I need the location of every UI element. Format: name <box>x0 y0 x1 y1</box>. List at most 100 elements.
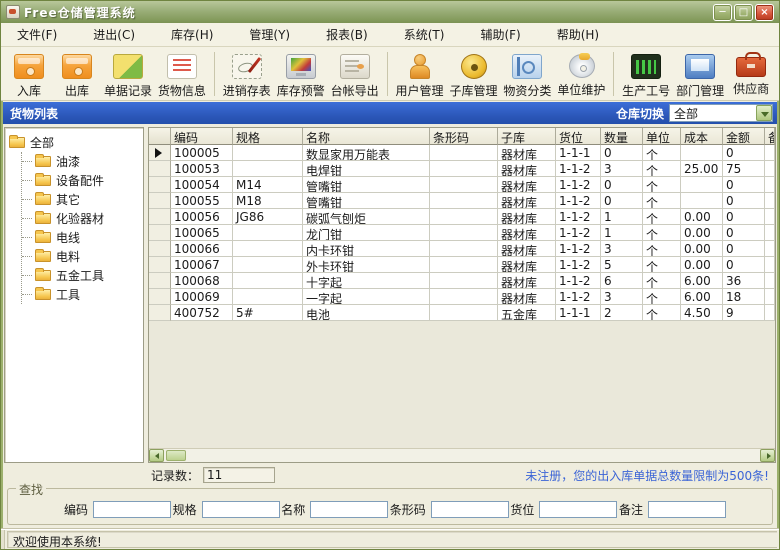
menu-item-assist[interactable]: 辅助(F) <box>470 23 530 46</box>
column-header[interactable]: 备注 <box>765 128 775 145</box>
row-selector[interactable] <box>149 145 171 161</box>
maximize-button[interactable]: □ <box>734 4 753 21</box>
table-cell: 6.00 <box>681 273 723 289</box>
table-cell <box>765 193 775 209</box>
table-cell <box>430 257 498 273</box>
tree-item[interactable]: 油漆 <box>22 152 139 171</box>
column-header[interactable]: 金额 <box>723 128 765 145</box>
table-row[interactable]: 4007525#电池五金库1-1-12个4.509 <box>149 305 775 321</box>
search-field-code: 编码 <box>64 501 171 518</box>
tree-item[interactable]: 电线 <box>22 228 139 247</box>
tree-item[interactable]: 化验器材 <box>22 209 139 228</box>
tree-item[interactable]: 五金工具 <box>22 266 139 285</box>
table-cell: 100066 <box>171 241 233 257</box>
row-selector[interactable] <box>149 209 171 225</box>
menu-item-file[interactable]: 文件(F) <box>7 23 67 46</box>
search-input-spec[interactable] <box>202 501 280 518</box>
column-header[interactable]: 条形码 <box>430 128 498 145</box>
search-input-name[interactable] <box>310 501 388 518</box>
search-field-slot: 货位 <box>510 501 617 518</box>
column-header[interactable]: 编码 <box>171 128 233 145</box>
horizontal-scrollbar[interactable] <box>149 448 775 462</box>
column-header[interactable]: 子库 <box>498 128 556 145</box>
table-row[interactable]: 100068十字起器材库1-1-26个6.0036 <box>149 273 775 289</box>
title-bar[interactable]: Free仓储管理系统 ─ □ × <box>1 1 779 23</box>
menu-item-stock[interactable]: 库存(H) <box>161 23 223 46</box>
inventory-report-button[interactable]: 进销存表 <box>220 49 274 99</box>
search-input-code[interactable] <box>93 501 171 518</box>
menu-item-manage[interactable]: 管理(Y) <box>239 23 300 46</box>
column-header[interactable]: 货位 <box>556 128 601 145</box>
row-selector[interactable] <box>149 177 171 193</box>
scroll-right-arrow-icon[interactable] <box>760 449 775 462</box>
table-cell: 器材库 <box>498 257 556 273</box>
row-selector[interactable] <box>149 193 171 209</box>
table-cell: 个 <box>643 145 681 161</box>
outbound-button[interactable]: 出库 <box>53 49 101 99</box>
table-row[interactable]: 100005数显家用万能表器材库1-1-10个0 <box>149 145 775 161</box>
supplier-button[interactable]: 供应商 <box>727 49 775 99</box>
receipt-record-button[interactable]: 单据记录 <box>101 49 155 99</box>
search-input-barcode[interactable] <box>431 501 509 518</box>
menu-item-system[interactable]: 系统(T) <box>394 23 455 46</box>
close-button[interactable]: × <box>755 4 774 21</box>
row-selector[interactable] <box>149 225 171 241</box>
table-row[interactable]: 100066内卡环钳器材库1-1-23个0.000 <box>149 241 775 257</box>
scroll-left-arrow-icon[interactable] <box>149 449 164 462</box>
tree-item-root[interactable]: 全部 <box>9 133 139 152</box>
column-header[interactable]: 规格 <box>233 128 303 145</box>
table-cell: 0 <box>723 257 765 273</box>
unit-maintenance-button[interactable]: 单位维护 <box>554 49 608 99</box>
tree-children: 油漆设备配件其它化验器材电线电料五金工具工具 <box>21 152 139 304</box>
tree-item[interactable]: 工具 <box>22 285 139 304</box>
row-selector[interactable] <box>149 273 171 289</box>
production-no-button[interactable]: 生产工号 <box>619 49 673 99</box>
department-button[interactable]: 部门管理 <box>673 49 727 99</box>
menu-item-help[interactable]: 帮助(H) <box>547 23 609 46</box>
row-selector[interactable] <box>149 241 171 257</box>
table-row[interactable]: 100069一字起器材库1-1-23个6.0018 <box>149 289 775 305</box>
toolbar: 入库出库单据记录货物信息进销存表库存预警台帐导出用户管理子库管理物资分类单位维护… <box>1 47 779 101</box>
menu-item-report[interactable]: 报表(B) <box>316 23 378 46</box>
material-category-icon <box>512 54 542 79</box>
tree-item-label: 电料 <box>56 248 80 265</box>
search-input-remark[interactable] <box>648 501 726 518</box>
column-header[interactable]: 数量 <box>601 128 643 145</box>
table-cell: 100056 <box>171 209 233 225</box>
column-header[interactable]: 名称 <box>303 128 430 145</box>
goods-info-button[interactable]: 货物信息 <box>155 49 209 99</box>
row-selector[interactable] <box>149 161 171 177</box>
column-header[interactable]: 单位 <box>643 128 681 145</box>
row-selector[interactable] <box>149 289 171 305</box>
stock-alert-button[interactable]: 库存预警 <box>274 49 328 99</box>
table-cell: 电池 <box>303 305 430 321</box>
user-management-button[interactable]: 用户管理 <box>393 49 447 99</box>
tree-item[interactable]: 设备配件 <box>22 171 139 190</box>
table-row[interactable]: 100067外卡环钳器材库1-1-25个0.000 <box>149 257 775 273</box>
ledger-export-button[interactable]: 台帐导出 <box>328 49 382 99</box>
table-cell <box>765 289 775 305</box>
table-row[interactable]: 100053电焊钳器材库1-1-23个25.0075 <box>149 161 775 177</box>
tree-item[interactable]: 电料 <box>22 247 139 266</box>
table-cell: 个 <box>643 177 681 193</box>
search-legend: 查找 <box>16 481 46 498</box>
warehouse-combobox[interactable]: 全部 <box>669 104 773 122</box>
search-input-slot[interactable] <box>539 501 617 518</box>
inbound-button[interactable]: 入库 <box>5 49 53 99</box>
table-cell: 个 <box>643 209 681 225</box>
table-row[interactable]: 100065龙门钳器材库1-1-21个0.000 <box>149 225 775 241</box>
table-row[interactable]: 100056JG86碳弧气刨炬器材库1-1-21个0.000 <box>149 209 775 225</box>
minimize-button[interactable]: ─ <box>713 4 732 21</box>
material-category-button[interactable]: 物资分类 <box>500 49 554 99</box>
row-selector[interactable] <box>149 257 171 273</box>
table-row[interactable]: 100055M18管嘴钳器材库1-1-20个0 <box>149 193 775 209</box>
scrollbar-thumb[interactable] <box>166 450 186 461</box>
chevron-down-icon[interactable] <box>756 105 772 121</box>
sub-warehouse-button[interactable]: 子库管理 <box>446 49 500 99</box>
menu-item-inout[interactable]: 进出(C) <box>83 23 145 46</box>
tree-item[interactable]: 其它 <box>22 190 139 209</box>
row-selector[interactable] <box>149 305 171 321</box>
column-header[interactable]: 成本 <box>681 128 723 145</box>
table-cell: 器材库 <box>498 273 556 289</box>
table-row[interactable]: 100054M14管嘴钳器材库1-1-20个0 <box>149 177 775 193</box>
